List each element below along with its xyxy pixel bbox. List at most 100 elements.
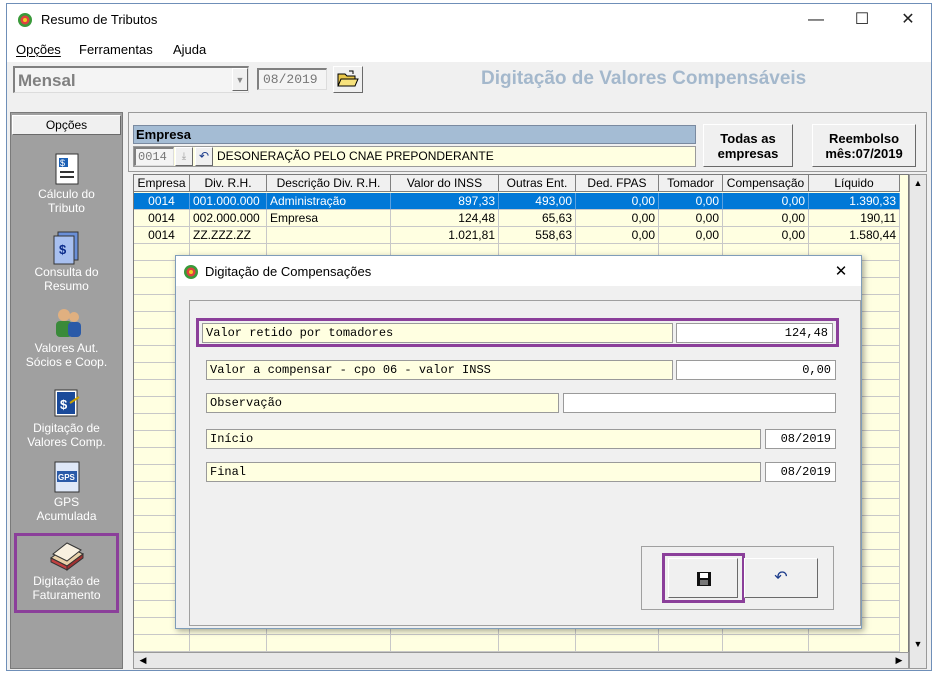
menu-opcoes-label: Opções: [16, 42, 61, 57]
reembolso-button[interactable]: Reembolso mês:07/2019: [812, 124, 916, 167]
table-cell: 0,00: [576, 193, 659, 210]
sidebar-item-label: Digitação de Valores Comp.: [27, 421, 106, 449]
column-header[interactable]: Ded. FPAS: [576, 175, 659, 192]
sidebar-item-calculo[interactable]: $ Cálculo do Tributo: [11, 153, 122, 215]
period-value: 08/2019: [263, 72, 318, 87]
options-panel-header: Opções: [12, 115, 121, 135]
sidebar-item-label: GPS Acumulada: [36, 495, 97, 523]
menu-ferramentas-label: Ferramentas: [79, 42, 153, 57]
column-header[interactable]: Empresa: [134, 175, 190, 192]
table-cell: 124,48: [391, 210, 499, 227]
menu-ajuda[interactable]: Ajuda: [173, 42, 206, 57]
column-header[interactable]: Líquido: [809, 175, 900, 192]
empresa-code-input[interactable]: 0014: [134, 147, 174, 166]
close-button[interactable]: ✕: [885, 4, 931, 36]
table-cell: 0014: [134, 193, 190, 210]
period-type-value: Mensal: [18, 71, 76, 90]
save-button[interactable]: [668, 558, 738, 598]
svg-text:$: $: [59, 242, 67, 257]
table-cell: 002.000.000: [190, 210, 267, 227]
scroll-down-icon[interactable]: ▼: [910, 636, 926, 652]
dialog-close-button[interactable]: ✕: [828, 262, 854, 282]
table-cell: [809, 635, 900, 652]
empty-row: [134, 635, 908, 652]
floppy-disk-icon: [697, 572, 711, 586]
page-heading: Digitação de Valores Compensáveis: [481, 68, 807, 89]
inicio-label: Início: [206, 429, 761, 449]
period-type-select[interactable]: Mensal ▼: [13, 66, 249, 93]
document-icon: $: [52, 153, 82, 185]
horizontal-scrollbar[interactable]: ◀ ▶: [133, 652, 909, 669]
options-panel: Opções $ Cálculo do Tributo $ Consulta d…: [10, 112, 123, 669]
undo-arrow-icon: ↶: [774, 569, 788, 586]
final-input[interactable]: 08/2019: [765, 462, 836, 482]
table-row[interactable]: 0014 001.000.000 Administração 897,33 493,00…: [134, 193, 908, 210]
observacao-input[interactable]: [563, 393, 836, 413]
open-folder-button[interactable]: [333, 66, 363, 93]
table-cell: [576, 635, 659, 652]
table-cell: [499, 635, 576, 652]
table-cell: ZZ.ZZZ.ZZ: [190, 227, 267, 244]
sidebar-item-faturamento[interactable]: Digitação de Faturamento: [14, 533, 119, 613]
reembolso-label: Reembolso mês:07/2019: [825, 131, 903, 161]
table-row[interactable]: 0014 ZZ.ZZZ.ZZ 1.021,81 558,63 0,00 0,00 0,00 1…: [134, 227, 908, 244]
maximize-button[interactable]: ☐: [839, 4, 885, 36]
valor-retido-label: Valor retido por tomadores: [202, 323, 673, 343]
column-header[interactable]: Outras Ent.: [499, 175, 576, 192]
sidebar-item-digitacao-valores[interactable]: $ Digitação de Valores Comp.: [11, 387, 122, 449]
svg-text:$: $: [60, 158, 65, 168]
table-cell: 493,00: [499, 193, 576, 210]
table-cell: [723, 635, 809, 652]
table-cell: 0,00: [576, 210, 659, 227]
column-header[interactable]: Div. R.H.: [190, 175, 267, 192]
table-cell: 0014: [134, 210, 190, 227]
empresa-undo-button[interactable]: ↶: [195, 147, 213, 166]
table-cell: 0,00: [723, 227, 809, 244]
table-cell: 65,63: [499, 210, 576, 227]
compensacoes-dialog: Digitação de Compensações ✕ Valor retido…: [175, 255, 862, 629]
table-row[interactable]: 0014 002.000.000 Empresa 124,48 65,63 0,00 0,0…: [134, 210, 908, 227]
sidebar-item-consulta[interactable]: $ Consulta do Resumo: [11, 231, 122, 293]
todas-empresas-button[interactable]: Todas as empresas: [703, 124, 793, 167]
dialog-app-icon: [183, 264, 199, 280]
svg-text:GPS: GPS: [58, 473, 76, 482]
table-cell: 897,33: [391, 193, 499, 210]
sidebar-item-valores-aut[interactable]: Valores Aut. Sócios e Coop.: [11, 307, 122, 369]
inicio-input[interactable]: 08/2019: [765, 429, 836, 449]
scroll-up-icon[interactable]: ▲: [910, 175, 926, 191]
table-cell: [267, 227, 391, 244]
column-header[interactable]: Valor do INSS: [391, 175, 499, 192]
scroll-right-icon[interactable]: ▶: [892, 653, 906, 668]
column-header[interactable]: Tomador: [659, 175, 723, 192]
table-cell: 190,11: [809, 210, 900, 227]
table-cell: 0,00: [723, 210, 809, 227]
sidebar-item-label: Cálculo do Tributo: [38, 187, 95, 215]
column-header[interactable]: Compensação: [723, 175, 809, 192]
empresa-lookup-button[interactable]: ⤓: [175, 147, 193, 166]
valor-compensar-input[interactable]: 0,00: [676, 360, 836, 380]
menu-ajuda-label: Ajuda: [173, 42, 207, 57]
valor-retido-input[interactable]: 124,48: [676, 323, 833, 343]
gps-icon: GPS: [52, 461, 82, 493]
table-cell: Administração: [267, 193, 391, 210]
table-cell: 0,00: [659, 193, 723, 210]
minimize-button[interactable]: —: [793, 4, 839, 36]
vertical-scrollbar[interactable]: ▲ ▼: [909, 174, 927, 669]
dialog-title-bar: Digitação de Compensações ✕: [176, 256, 861, 286]
sidebar-item-label: Digitação de Faturamento: [32, 574, 101, 602]
period-input[interactable]: 08/2019: [257, 68, 327, 90]
menu-opcoes[interactable]: Opções: [16, 42, 61, 57]
empresa-code-value: 0014: [138, 150, 167, 164]
report-icon: $: [52, 231, 82, 265]
table-cell: 0,00: [723, 193, 809, 210]
chevron-down-icon[interactable]: ▼: [232, 68, 248, 91]
column-header[interactable]: Descrição Div. R.H.: [267, 175, 391, 192]
menu-ferramentas[interactable]: Ferramentas: [79, 42, 153, 57]
table-cell: [659, 635, 723, 652]
table-cell: 0,00: [659, 227, 723, 244]
sidebar-item-gps[interactable]: GPS GPS Acumulada: [11, 461, 122, 523]
undo-button[interactable]: ↶: [744, 558, 818, 598]
table-cell: 558,63: [499, 227, 576, 244]
download-arrow-icon: ⤓: [181, 151, 187, 162]
scroll-left-icon[interactable]: ◀: [136, 653, 150, 668]
